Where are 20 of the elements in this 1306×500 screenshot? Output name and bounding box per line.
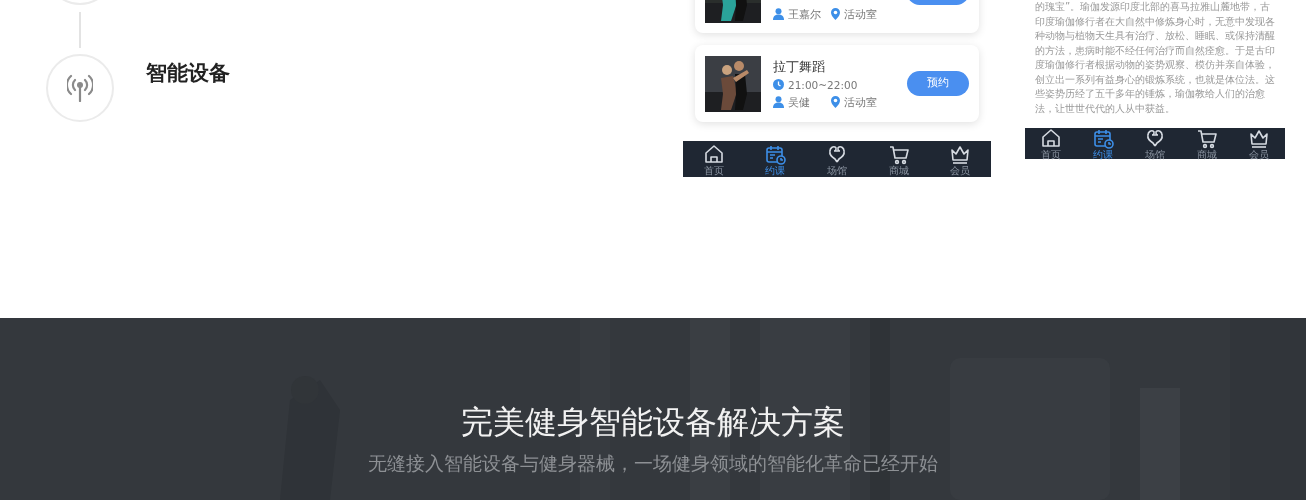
tab-bar-item[interactable]: 场馆 [826,142,848,176]
tab-bar-item[interactable]: 会员 [1248,127,1270,160]
tab-bar-item[interactable]: 商城 [1196,127,1218,160]
tab-bar-item[interactable]: 首页 [1040,127,1062,160]
tab-bar-item[interactable]: 会员 [949,142,972,176]
tab-bar-item[interactable]: 约课 [764,142,787,176]
banner-subtitle: 无缝接入智能设备与健身器械，一场健身领域的智能化革命已经开始 [367,451,939,476]
class-time: 21:00~22:00 [788,77,858,92]
timeline-title: 智能设备 [146,60,230,87]
room-name: 活动室 [844,7,877,21]
teacher-name: 王嘉尔 [788,7,821,21]
tab-bar-item[interactable]: 场馆 [1144,127,1166,160]
room-name: 活动室 [844,94,877,109]
banner-title: 完美健身智能设备解决方案 [460,402,846,442]
book-button[interactable]: 预约 [907,71,969,96]
tab-bar-item[interactable]: 首页 [702,142,725,176]
tab-bar-item[interactable]: 约课 [1092,127,1114,160]
class-title: 拉丁舞蹈 [773,58,826,75]
teacher-name: 吴健 [788,94,810,109]
tab-bar-item[interactable]: 商城 [887,142,910,176]
